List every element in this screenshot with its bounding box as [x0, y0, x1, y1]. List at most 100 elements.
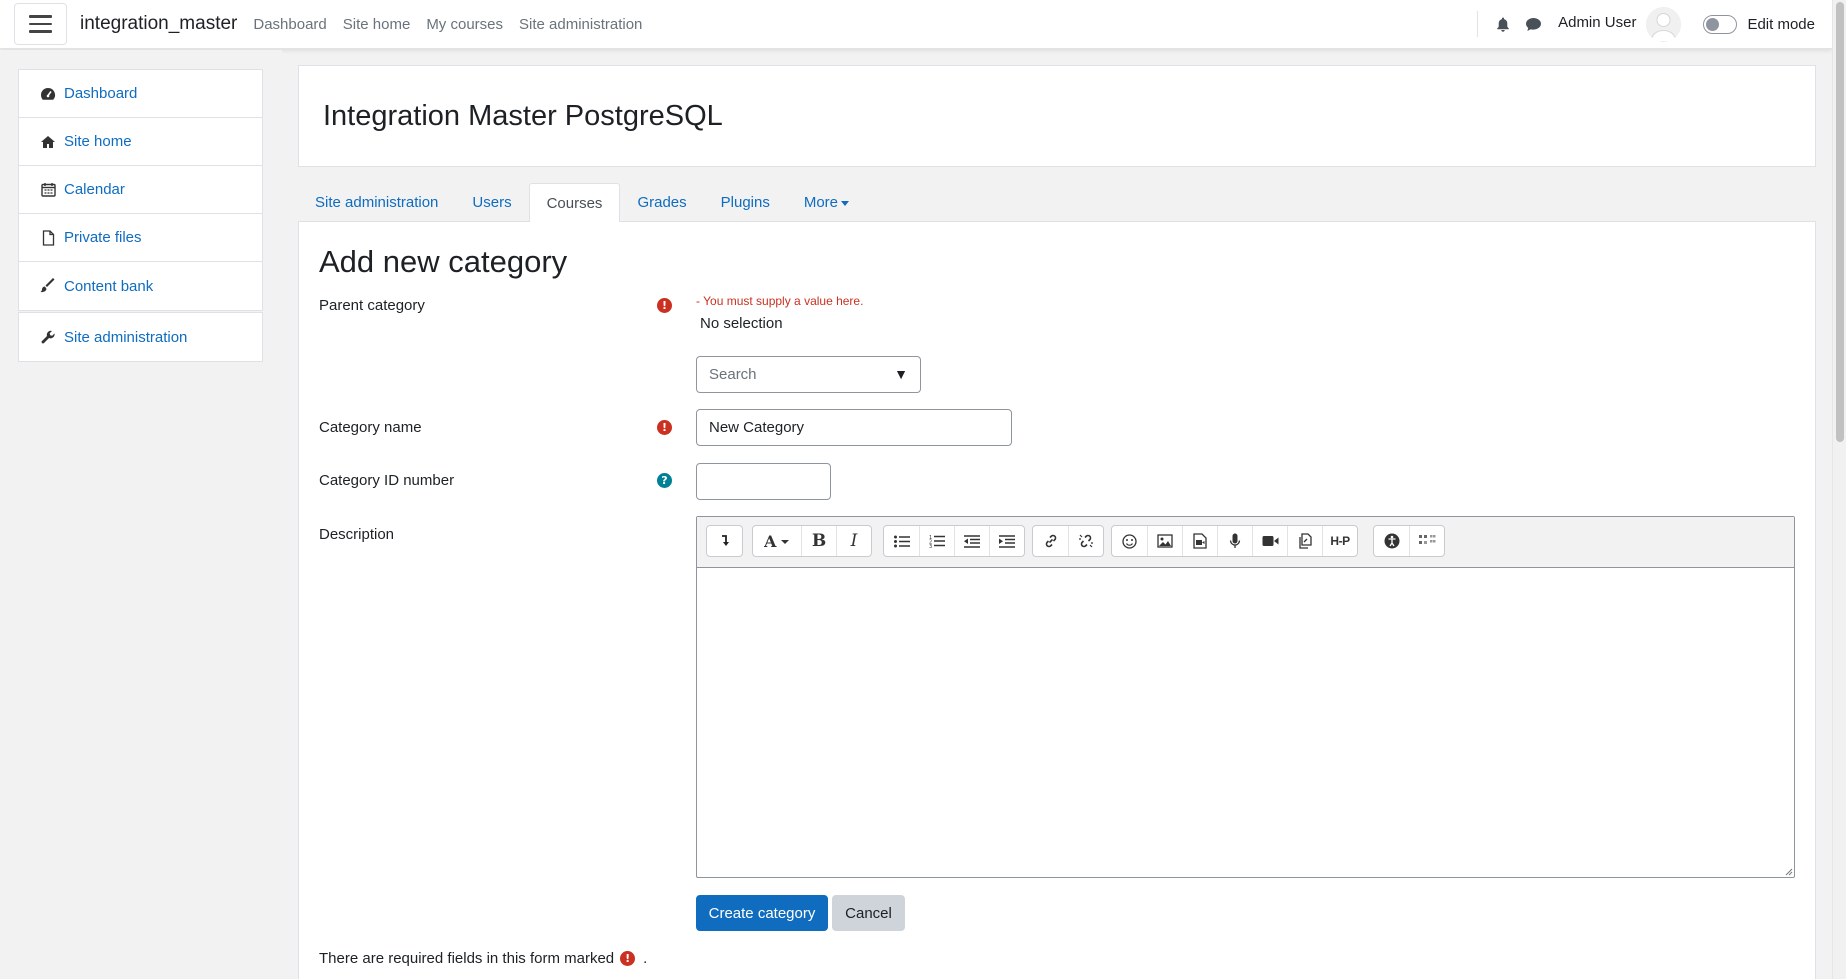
form-title: Add new category [319, 244, 568, 279]
top-navbar: integration_master Dashboard Site home M… [0, 0, 1832, 49]
outdent-icon[interactable] [954, 526, 989, 556]
user-avatar[interactable] [1646, 6, 1682, 42]
drawer-item-label: Site administration [64, 328, 188, 346]
navbar-user-area: Admin User Edit mode [1477, 0, 1832, 48]
toolbar-group-accessibility [1373, 525, 1445, 557]
bold-icon[interactable]: B [801, 526, 836, 556]
caret-down-icon [841, 200, 850, 206]
category-idnumber-label: Category ID number [319, 472, 455, 489]
hamburger-line [29, 22, 52, 26]
drawer-item-label: Calendar [64, 181, 125, 198]
drawer-item-label: Private files [64, 229, 142, 246]
ordered-list-icon[interactable]: 123 [919, 526, 954, 556]
italic-icon[interactable]: I [836, 526, 871, 556]
toolbar-group-collapse [706, 525, 743, 557]
image-icon[interactable] [1147, 526, 1182, 556]
create-category-button[interactable]: Create category [696, 895, 828, 931]
description-editor: A B I 123 H-P [696, 516, 1795, 878]
navigation-block: Dashboard Site home Calendar Private fil… [18, 69, 263, 311]
dashboard-gauge-icon [39, 86, 57, 102]
messages-chat-icon[interactable] [1518, 17, 1548, 32]
unlink-icon[interactable] [1068, 526, 1103, 556]
record-video-icon[interactable] [1252, 526, 1287, 556]
drawer-item-dashboard[interactable]: Dashboard [19, 70, 262, 118]
left-drawer: Dashboard Site home Calendar Private fil… [0, 50, 282, 979]
drawer-item-content-bank[interactable]: Content bank [19, 262, 262, 310]
tab-courses[interactable]: Courses [528, 183, 621, 223]
resize-handle-icon[interactable] [1784, 867, 1793, 876]
edit-mode-toggle[interactable] [1703, 14, 1738, 34]
collapse-icon[interactable] [707, 526, 742, 556]
toolbar-group-insert: H-P [1111, 525, 1358, 557]
svg-text:3: 3 [929, 544, 932, 548]
category-idnumber-input[interactable] [696, 463, 831, 500]
administration-block: Site administration [18, 312, 263, 362]
page-header: Integration Master PostgreSQL [298, 65, 1816, 167]
main-content: Add new category Parent category ! - You… [298, 222, 1816, 979]
drawer-item-private-files[interactable]: Private files [19, 214, 262, 262]
dropdown-arrow-icon[interactable]: ▼ [894, 366, 908, 382]
screenreader-helper-icon[interactable] [1409, 526, 1444, 556]
parent-category-search-select[interactable]: Search ▼ [696, 356, 921, 393]
toolbar-group-style: A B I [752, 525, 872, 557]
notifications-bell-icon[interactable] [1488, 17, 1518, 32]
required-note-text: There are required fields in this form m… [319, 950, 615, 967]
emoji-icon[interactable] [1112, 526, 1147, 556]
paint-brush-icon [39, 278, 57, 294]
description-label: Description [319, 526, 395, 543]
wrench-icon [39, 329, 57, 345]
category-name-input[interactable] [696, 409, 1012, 446]
accessibility-checker-icon[interactable] [1374, 526, 1409, 556]
editor-toolbar: A B I 123 H-P [697, 517, 1794, 568]
tab-plugins[interactable]: Plugins [704, 183, 787, 222]
required-fields-note: There are required fields in this form m… [319, 950, 647, 967]
parent-category-label: Parent category [319, 297, 425, 314]
user-name[interactable]: Admin User [1558, 14, 1636, 31]
tab-users[interactable]: Users [455, 183, 528, 222]
drawer-item-site-administration[interactable]: Site administration [19, 313, 262, 361]
required-note-end: . [643, 950, 648, 967]
drawer-item-label: Site home [64, 133, 132, 150]
hamburger-line [29, 15, 52, 18]
category-name-label: Category name [319, 419, 422, 436]
h5p-icon[interactable]: H-P [1322, 526, 1357, 556]
page-header-title: Integration Master PostgreSQL [323, 100, 723, 132]
drawer-item-label: Dashboard [64, 85, 138, 102]
drawer-item-label: Content bank [64, 277, 154, 295]
scrollbar-thumb[interactable] [1836, 2, 1844, 442]
parent-category-selection: No selection [700, 315, 783, 332]
tab-more-label: More [803, 194, 839, 211]
site-brand-link[interactable]: integration_master [80, 13, 237, 35]
indent-icon[interactable] [989, 526, 1024, 556]
nav-link-dashboard[interactable]: Dashboard [245, 16, 334, 33]
tab-more[interactable]: More [787, 183, 866, 222]
home-icon [39, 134, 57, 150]
page-scrollbar[interactable] [1832, 0, 1846, 979]
nav-link-my-courses[interactable]: My courses [418, 16, 511, 33]
cancel-button[interactable]: Cancel [832, 895, 905, 931]
search-placeholder: Search [709, 366, 757, 383]
help-question-icon[interactable]: ? [657, 473, 672, 488]
nav-link-site-administration[interactable]: Site administration [511, 16, 650, 33]
media-icon[interactable] [1182, 526, 1217, 556]
drawer-toggle-button[interactable] [14, 3, 67, 45]
record-audio-icon[interactable] [1217, 526, 1252, 556]
svg-text:A: A [764, 534, 777, 548]
drawer-item-calendar[interactable]: Calendar [19, 166, 262, 214]
required-exclamation-icon: ! [657, 420, 672, 435]
font-style-icon[interactable]: A [753, 526, 801, 556]
manage-files-icon[interactable] [1287, 526, 1322, 556]
required-exclamation-icon: ! [620, 951, 636, 966]
link-icon[interactable] [1033, 526, 1068, 556]
tab-site-administration[interactable]: Site administration [298, 183, 455, 222]
file-icon [39, 229, 57, 246]
required-exclamation-icon: ! [657, 298, 672, 313]
editor-content-area[interactable] [697, 568, 1794, 877]
drawer-item-site-home[interactable]: Site home [19, 118, 262, 166]
tab-grades[interactable]: Grades [620, 183, 703, 222]
calendar-icon [39, 182, 57, 198]
secondary-navigation-tabs: Site administration Users Courses Grades… [298, 183, 1816, 223]
primary-navigation: Dashboard Site home My courses Site admi… [245, 16, 650, 33]
nav-link-site-home[interactable]: Site home [335, 16, 419, 33]
unordered-list-icon[interactable] [884, 526, 919, 556]
